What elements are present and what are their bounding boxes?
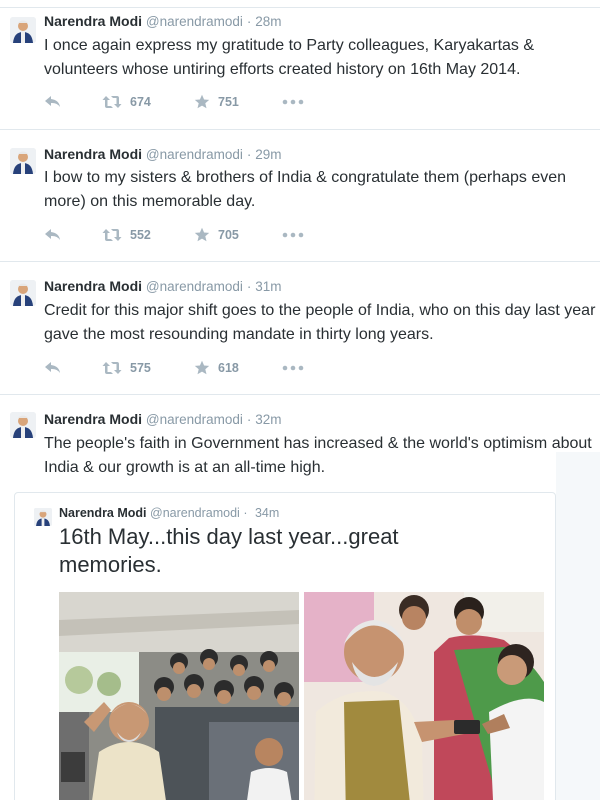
more-button[interactable] xyxy=(282,358,304,378)
quoted-author-handle[interactable]: @narendramodi xyxy=(150,506,240,520)
reply-button[interactable] xyxy=(44,358,102,378)
page-gutter xyxy=(556,452,600,800)
separator: · xyxy=(246,412,252,427)
more-button[interactable] xyxy=(282,92,304,112)
separator: · xyxy=(246,14,252,29)
author-handle[interactable]: @narendramodi xyxy=(146,147,243,162)
tweet-text-line: I once again express my gratitude to Par… xyxy=(44,37,535,54)
tweet-photo[interactable] xyxy=(59,592,299,800)
favorite-button[interactable]: 751 xyxy=(194,92,282,112)
more-dots-icon xyxy=(282,365,304,371)
tweet-actions: 575 618 xyxy=(44,358,304,378)
favorite-count: 751 xyxy=(218,95,239,109)
author-handle[interactable]: @narendramodi xyxy=(146,412,243,427)
more-dots-icon xyxy=(282,232,304,238)
reply-icon xyxy=(44,228,62,242)
reply-button[interactable] xyxy=(44,225,102,245)
favorite-button[interactable]: 705 xyxy=(194,225,282,245)
quoted-text-line: memories. xyxy=(59,552,162,577)
avatar[interactable] xyxy=(10,17,36,43)
tweet-text-line: gave the most resounding mandate in thir… xyxy=(44,326,434,343)
author-name[interactable]: Narendra Modi xyxy=(44,13,142,29)
tweet[interactable]: Narendra Modi @narendramodi · 31m Credit… xyxy=(0,262,600,395)
favorite-button[interactable]: 618 xyxy=(194,358,282,378)
retweet-icon xyxy=(102,228,122,242)
author-name[interactable]: Narendra Modi xyxy=(44,411,142,427)
star-icon xyxy=(194,360,210,376)
avatar[interactable] xyxy=(10,148,36,174)
tweet-text: I bow to my sisters & brothers of India … xyxy=(44,166,600,214)
tweet-header: Narendra Modi @narendramodi · 31m xyxy=(44,277,281,296)
retweet-icon xyxy=(102,361,122,375)
quoted-header: Narendra Modi @narendramodi · 34m xyxy=(59,506,279,520)
timestamp[interactable]: 29m xyxy=(255,147,281,162)
star-icon xyxy=(194,94,210,110)
quoted-text-line: 16th May...this day last year...great xyxy=(59,524,399,549)
separator: · xyxy=(243,506,248,520)
author-handle[interactable]: @narendramodi xyxy=(146,279,243,294)
retweet-count: 575 xyxy=(130,361,151,375)
tweet-actions: 674 751 xyxy=(44,92,304,112)
reply-icon xyxy=(44,95,62,109)
tweet-actions: 552 705 xyxy=(44,225,304,245)
quoted-author-name[interactable]: Narendra Modi xyxy=(59,506,147,520)
timestamp[interactable]: 32m xyxy=(255,412,281,427)
author-name[interactable]: Narendra Modi xyxy=(44,278,142,294)
tweet-text-line: I bow to my sisters & brothers of India … xyxy=(44,169,567,186)
retweet-button[interactable]: 674 xyxy=(102,92,194,112)
top-divider xyxy=(0,0,600,8)
retweet-button[interactable]: 552 xyxy=(102,225,194,245)
retweet-count: 552 xyxy=(130,228,151,242)
tweet[interactable]: Narendra Modi @narendramodi · 29m I bow … xyxy=(0,130,600,262)
avatar[interactable] xyxy=(10,280,36,306)
tweet-text-line: Credit for this major shift goes to the … xyxy=(44,302,596,319)
favorite-count: 705 xyxy=(218,228,239,242)
separator: · xyxy=(246,279,252,294)
tweet-text-line: The people's faith in Government has inc… xyxy=(44,435,592,452)
author-name[interactable]: Narendra Modi xyxy=(44,146,142,162)
separator: · xyxy=(246,147,252,162)
tweet-header: Narendra Modi @narendramodi · 29m xyxy=(44,145,281,164)
avatar[interactable] xyxy=(10,412,36,438)
tweet-header: Narendra Modi @narendramodi · 32m xyxy=(44,410,281,429)
star-icon xyxy=(194,227,210,243)
timestamp[interactable]: 28m xyxy=(255,14,281,29)
favorite-count: 618 xyxy=(218,361,239,375)
tweet-header: Narendra Modi @narendramodi · 28m xyxy=(44,12,281,31)
tweet-text: The people's faith in Government has inc… xyxy=(44,432,600,480)
more-dots-icon xyxy=(282,99,304,105)
reply-icon xyxy=(44,361,62,375)
retweet-button[interactable]: 575 xyxy=(102,358,194,378)
tweet-text-line: more) on this memorable day. xyxy=(44,193,256,210)
quoted-avatar[interactable] xyxy=(34,508,52,526)
more-button[interactable] xyxy=(282,225,304,245)
author-handle[interactable]: @narendramodi xyxy=(146,14,243,29)
retweet-count: 674 xyxy=(130,95,151,109)
tweet-text: Credit for this major shift goes to the … xyxy=(44,299,600,347)
tweet-text: I once again express my gratitude to Par… xyxy=(44,34,600,82)
tweet-photo[interactable] xyxy=(304,592,544,800)
retweet-icon xyxy=(102,95,122,109)
tweet[interactable]: Narendra Modi @narendramodi · 28m I once… xyxy=(0,8,600,130)
quoted-text: 16th May...this day last year...great me… xyxy=(59,523,479,579)
timestamp[interactable]: 31m xyxy=(255,279,281,294)
reply-button[interactable] xyxy=(44,92,102,112)
quoted-timestamp[interactable]: 34m xyxy=(255,506,279,520)
timeline: Narendra Modi @narendramodi · 28m I once… xyxy=(0,0,600,800)
tweet-text-line: India & our growth is at an all-time hig… xyxy=(44,459,326,476)
quoted-tweet-card[interactable]: Narendra Modi @narendramodi · 34m 16th M… xyxy=(14,492,556,800)
tweet-text-line: volunteers whose untiring efforts create… xyxy=(44,61,521,78)
